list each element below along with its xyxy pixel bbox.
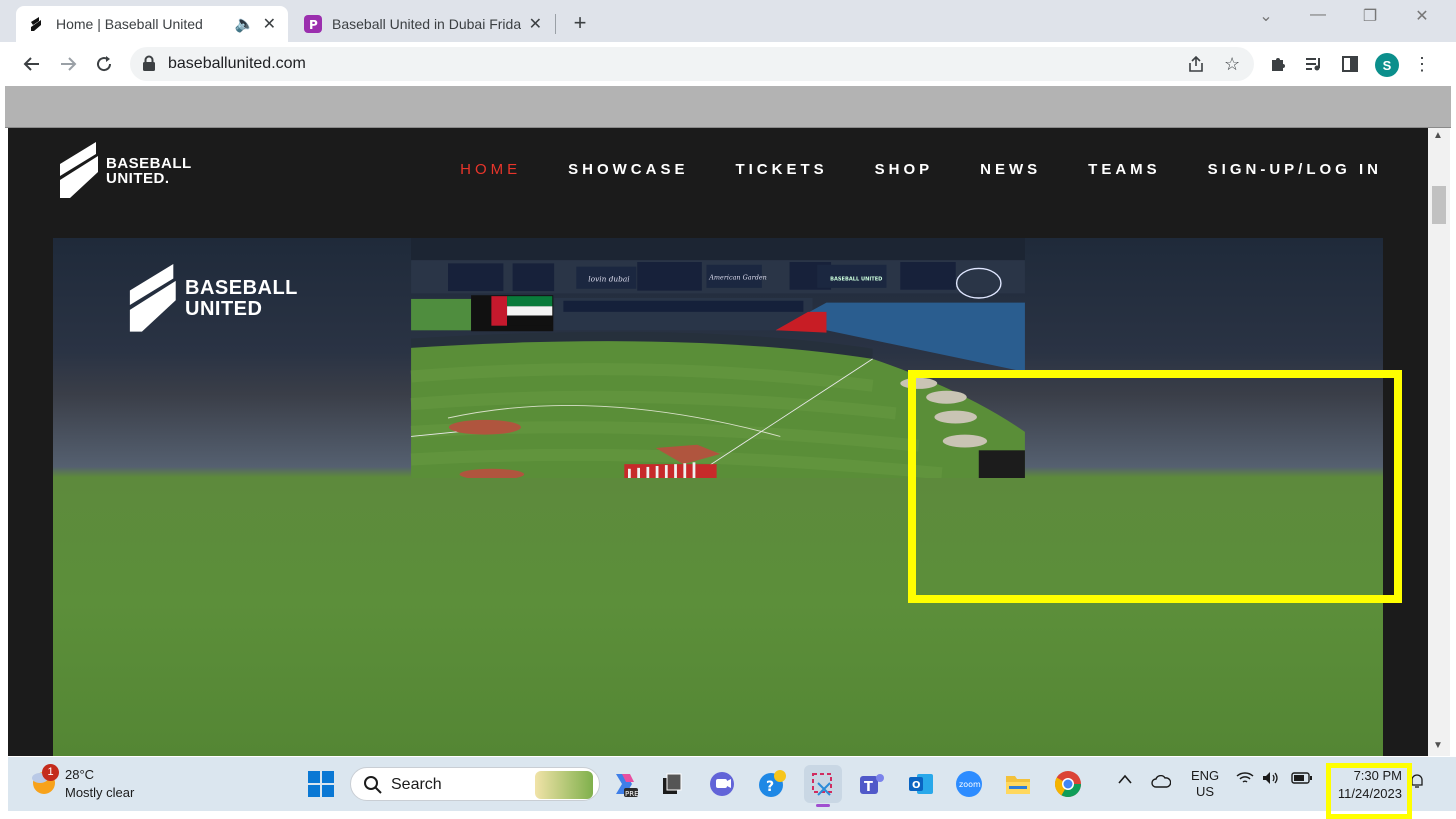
reload-icon[interactable] [92,52,116,76]
tab-search-icon[interactable]: ⌄ [1246,6,1286,26]
scroll-down-arrow-icon[interactable]: ▼ [1433,740,1443,751]
svg-text:?: ? [766,779,774,795]
extensions-puzzle-icon[interactable] [1266,52,1290,76]
profile-avatar[interactable]: S [1375,53,1399,77]
snipping-tool-icon[interactable] [804,765,842,807]
weather-temperature[interactable]: 28°C [65,767,94,782]
active-app-indicator [816,804,830,807]
signage-baseball-united: BASEBALL UNITED [830,276,882,282]
main-nav: HOME SHOWCASE TICKETS SHOP NEWS TEAMS SI… [460,161,1382,178]
svg-text:P: P [309,18,318,32]
teams-icon[interactable]: T [857,769,887,799]
scrollbar-thumb[interactable] [1432,186,1446,224]
restore-icon[interactable]: ❐ [1350,6,1390,26]
chrome-icon[interactable] [1053,769,1083,799]
outlook-icon[interactable]: O [906,769,936,799]
baseball-united-favicon-icon [28,15,46,33]
search-highlight-illustration-icon [535,771,593,799]
baseball-united-logo-icon [60,142,98,198]
purple-p-favicon-icon: P [304,15,322,33]
media-controls-icon[interactable] [1302,52,1326,76]
taskbar-search[interactable]: Search [350,767,600,801]
nav-teams[interactable]: TEAMS [1088,161,1161,178]
site-header: BASEBALL UNITED. HOME SHOWCASE TICKETS S… [8,128,1428,214]
chrome-menu-icon[interactable]: ⋮ [1410,52,1434,76]
svg-text:PRE: PRE [625,790,638,798]
zoom-icon[interactable]: zoom [954,769,984,799]
highlight-box-clock [1326,763,1412,819]
scroll-up-arrow-icon[interactable]: ▲ [1433,130,1443,141]
tab-close-icon[interactable]: ✕ [263,14,276,34]
nav-home[interactable]: HOME [460,161,521,178]
logo-wordmark: BASEBALL UNITED. [106,155,192,187]
url-text: baseballunited.com [168,55,306,72]
new-tab-icon[interactable]: + [566,10,594,36]
address-bar[interactable]: baseballunited.com ☆ [130,47,1254,81]
copilot-icon[interactable]: PRE [609,769,639,799]
volume-icon[interactable] [1262,771,1280,788]
baseball-united-logo-icon [129,264,176,332]
svg-text:O: O [912,780,921,791]
nav-tickets[interactable]: TICKETS [735,161,827,178]
task-view-icon[interactable] [658,769,688,799]
tab-title: Home | Baseball United [56,16,203,32]
teams-chat-icon[interactable] [707,769,737,799]
side-panel-icon[interactable] [1338,52,1362,76]
browser-toolbar: baseballunited.com ☆ S ⋮ [0,42,1456,86]
tab-strip: Home | Baseball United 🔈 ✕ P Baseball Un… [0,0,1456,42]
page-scrollbar[interactable]: ▲ ▼ [1428,128,1450,756]
input-language[interactable]: ENG US [1191,768,1219,800]
svg-text:T: T [864,780,873,795]
signage-american-garden: American Garden [708,274,767,282]
lock-icon[interactable] [142,55,156,76]
signage-lovin-dubai: lovin dubai [588,274,629,283]
close-window-icon[interactable]: ✕ [1402,6,1442,26]
file-explorer-icon[interactable] [1003,769,1033,799]
wifi-icon[interactable] [1236,771,1254,788]
windows-taskbar: 1 28°C Mostly clear Search PRE ? T O zoo… [8,757,1456,811]
tab-baseball-united-dubai[interactable]: P Baseball United in Dubai Friday … ✕ [292,6,554,42]
nav-news[interactable]: NEWS [980,161,1041,178]
tab-title: Baseball United in Dubai Friday … [332,16,521,32]
hero-logo-wordmark: BASEBALL UNITED [185,277,298,320]
battery-icon[interactable] [1291,771,1313,787]
highlight-box-stands [908,370,1402,603]
minimize-icon[interactable]: — [1298,6,1338,24]
site-logo[interactable]: BASEBALL UNITED. [60,142,192,200]
back-arrow-icon[interactable] [20,52,44,76]
forward-arrow-icon[interactable] [56,52,80,76]
windows-start-icon[interactable] [306,769,336,799]
tab-close-icon[interactable]: ✕ [529,14,542,34]
nav-shop[interactable]: SHOP [875,161,934,178]
tab-home[interactable]: Home | Baseball United 🔈 ✕ [16,6,288,42]
nav-signup-login[interactable]: SIGN-UP/LOG IN [1208,161,1382,178]
weather-widget-icon[interactable]: ? [757,769,787,799]
weather-alert-badge: 1 [42,764,59,781]
share-icon[interactable] [1187,55,1205,78]
hero-logo: BASEBALL UNITED [129,264,298,334]
svg-text:zoom: zoom [959,780,981,789]
search-icon [363,775,383,800]
search-label: Search [391,776,442,793]
nav-showcase[interactable]: SHOWCASE [568,161,688,178]
onedrive-cloud-icon[interactable] [1151,774,1172,792]
show-hidden-icons-chevron-icon[interactable] [1118,771,1132,787]
notification-bell-icon[interactable] [1410,773,1424,792]
tab-separator [555,14,556,34]
weather-condition[interactable]: Mostly clear [65,785,134,800]
page-top-banner [5,86,1451,128]
bookmark-star-icon[interactable]: ☆ [1224,54,1240,75]
tab-mute-icon[interactable]: 🔈 [235,14,255,34]
